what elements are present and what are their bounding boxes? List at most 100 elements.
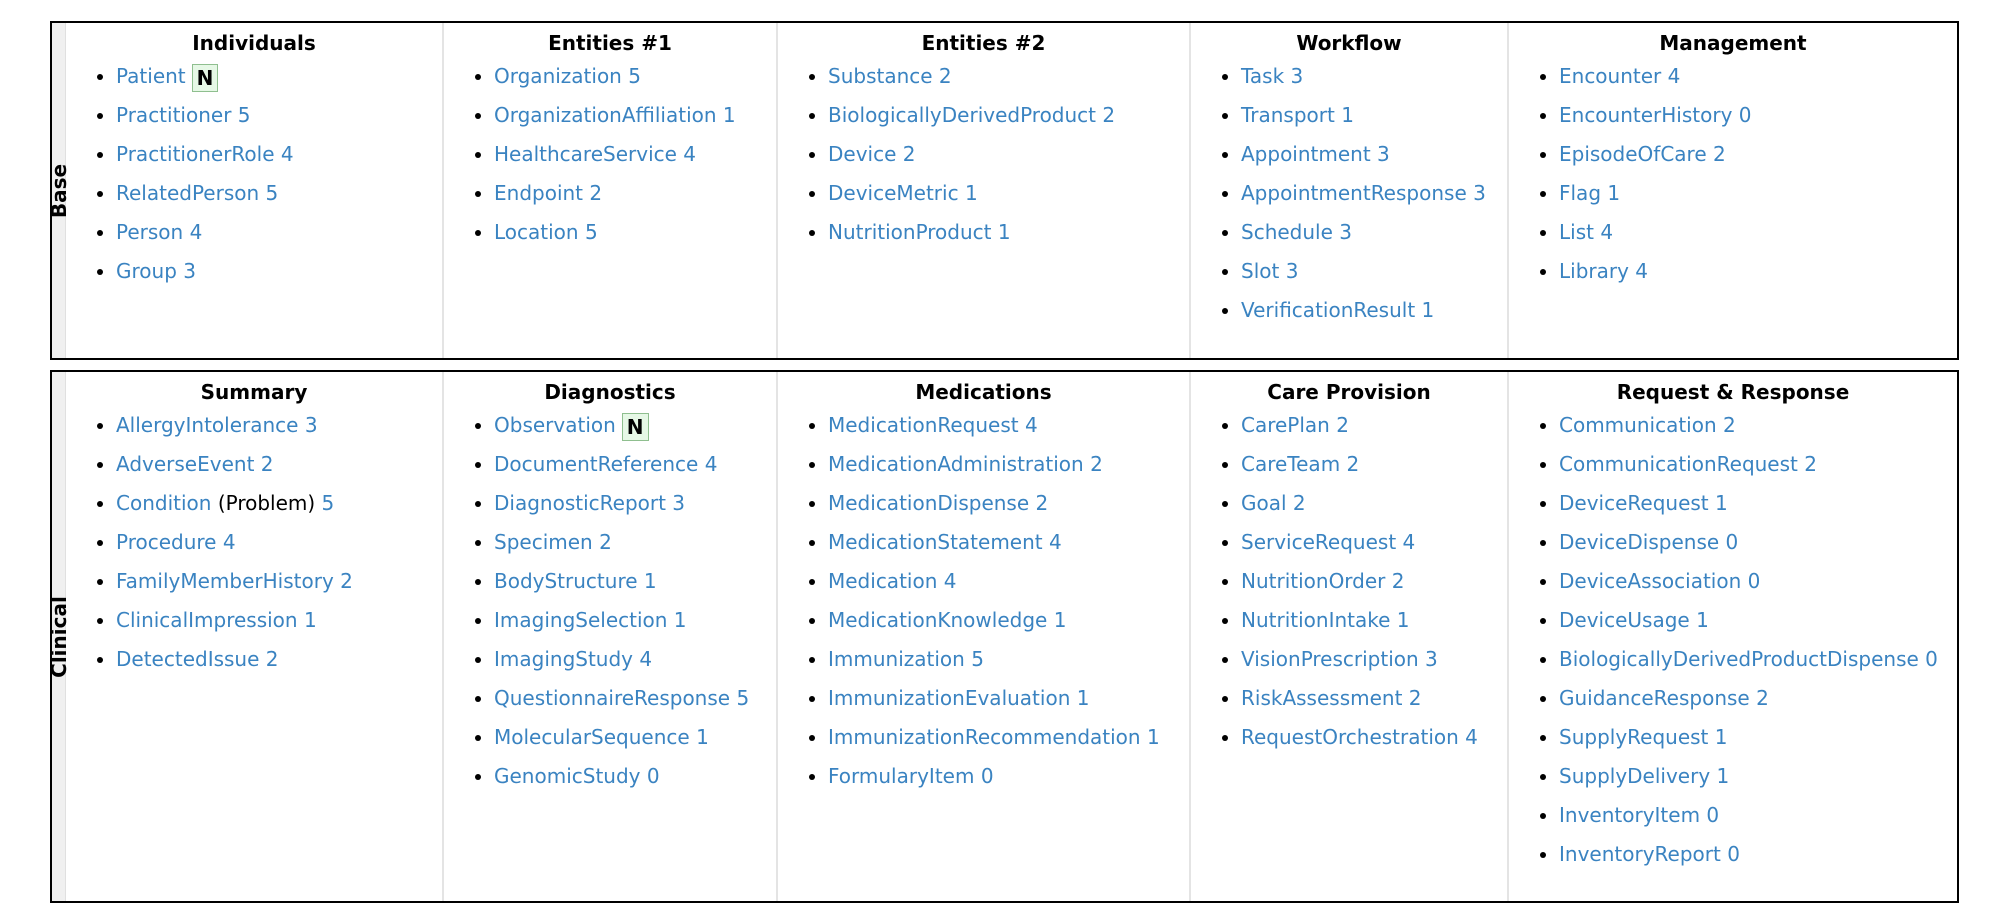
maturity-level[interactable]: 3 (672, 491, 685, 515)
maturity-level[interactable]: 0 (1925, 647, 1938, 671)
resource-link[interactable]: Medication (828, 569, 937, 593)
maturity-level[interactable]: 1 (998, 220, 1011, 244)
maturity-level[interactable]: 2 (1102, 103, 1115, 127)
resource-link[interactable]: Communication (1559, 413, 1717, 437)
resource-link[interactable]: Endpoint (494, 181, 583, 205)
maturity-level[interactable]: 2 (1392, 569, 1405, 593)
maturity-level[interactable]: 4 (683, 142, 696, 166)
maturity-level[interactable]: 0 (1727, 842, 1740, 866)
resource-link[interactable]: GuidanceResponse (1559, 686, 1750, 710)
maturity-level[interactable]: 1 (1607, 181, 1620, 205)
resource-link[interactable]: Goal (1241, 491, 1287, 515)
maturity-level[interactable]: 1 (1054, 608, 1067, 632)
maturity-level[interactable]: 3 (1377, 142, 1390, 166)
resource-link[interactable]: Patient (116, 64, 186, 88)
resource-link[interactable]: Appointment (1241, 142, 1371, 166)
maturity-level[interactable]: 1 (1422, 298, 1435, 322)
resource-link[interactable]: SupplyDelivery (1559, 764, 1710, 788)
resource-link[interactable]: QuestionnaireResponse (494, 686, 730, 710)
resource-link[interactable]: DeviceUsage (1559, 608, 1690, 632)
resource-link[interactable]: MedicationDispense (828, 491, 1029, 515)
resource-link[interactable]: DeviceDispense (1559, 530, 1719, 554)
maturity-level[interactable]: 2 (266, 647, 279, 671)
maturity-level[interactable]: 5 (736, 686, 749, 710)
resource-link[interactable]: List (1559, 220, 1594, 244)
resource-link[interactable]: ImagingSelection (494, 608, 667, 632)
resource-link[interactable]: OrganizationAffiliation (494, 103, 717, 127)
resource-link[interactable]: RiskAssessment (1241, 686, 1402, 710)
resource-link[interactable]: Library (1559, 259, 1629, 283)
maturity-level[interactable]: 1 (1077, 686, 1090, 710)
resource-link[interactable]: EpisodeOfCare (1559, 142, 1707, 166)
resource-link[interactable]: BodyStructure (494, 569, 638, 593)
resource-link[interactable]: SupplyRequest (1559, 725, 1708, 749)
resource-link[interactable]: Condition (116, 491, 211, 515)
resource-link[interactable]: Task (1241, 64, 1284, 88)
resource-link[interactable]: MolecularSequence (494, 725, 690, 749)
resource-link[interactable]: CarePlan (1241, 413, 1330, 437)
resource-link[interactable]: MedicationAdministration (828, 452, 1084, 476)
maturity-level[interactable]: 4 (190, 220, 203, 244)
maturity-level[interactable]: 4 (1668, 64, 1681, 88)
maturity-level[interactable]: 2 (1804, 452, 1817, 476)
resource-link[interactable]: Person (116, 220, 183, 244)
maturity-level[interactable]: 3 (305, 413, 318, 437)
resource-link[interactable]: Encounter (1559, 64, 1661, 88)
resource-link[interactable]: Schedule (1241, 220, 1333, 244)
resource-link[interactable]: FormularyItem (828, 764, 974, 788)
resource-link[interactable]: DiagnosticReport (494, 491, 666, 515)
maturity-level[interactable]: 5 (266, 181, 279, 205)
resource-link[interactable]: NutritionProduct (828, 220, 992, 244)
resource-link[interactable]: NutritionIntake (1241, 608, 1390, 632)
resource-link[interactable]: AllergyIntolerance (116, 413, 298, 437)
resource-link[interactable]: DeviceMetric (828, 181, 959, 205)
maturity-level[interactable]: 2 (340, 569, 353, 593)
resource-link[interactable]: EncounterHistory (1559, 103, 1732, 127)
maturity-level[interactable]: 2 (1347, 452, 1360, 476)
resource-link[interactable]: InventoryItem (1559, 803, 1700, 827)
resource-link[interactable]: BiologicallyDerivedProduct (828, 103, 1096, 127)
maturity-level[interactable]: 2 (939, 64, 952, 88)
resource-link[interactable]: Specimen (494, 530, 593, 554)
resource-link[interactable]: ClinicalImpression (116, 608, 298, 632)
resource-link[interactable]: ImmunizationEvaluation (828, 686, 1070, 710)
maturity-level[interactable]: 5 (971, 647, 984, 671)
maturity-level[interactable]: 3 (1425, 647, 1438, 671)
resource-link[interactable]: RelatedPerson (116, 181, 259, 205)
maturity-level[interactable]: 0 (1706, 803, 1719, 827)
resource-link[interactable]: ImagingStudy (494, 647, 633, 671)
resource-link[interactable]: MedicationStatement (828, 530, 1043, 554)
maturity-level[interactable]: 1 (696, 725, 709, 749)
maturity-level[interactable]: 1 (1717, 764, 1730, 788)
resource-link[interactable]: NutritionOrder (1241, 569, 1385, 593)
maturity-level[interactable]: 4 (1635, 259, 1648, 283)
resource-link[interactable]: Group (116, 259, 177, 283)
resource-link[interactable]: CareTeam (1241, 452, 1340, 476)
maturity-level[interactable]: 4 (1465, 725, 1478, 749)
maturity-level[interactable]: 2 (1756, 686, 1769, 710)
maturity-level[interactable]: 2 (261, 452, 274, 476)
maturity-level[interactable]: 4 (1025, 413, 1038, 437)
resource-link[interactable]: HealthcareService (494, 142, 677, 166)
maturity-level[interactable]: 1 (1715, 725, 1728, 749)
resource-link[interactable]: VerificationResult (1241, 298, 1415, 322)
resource-link[interactable]: CommunicationRequest (1559, 452, 1798, 476)
maturity-level[interactable]: 2 (1409, 686, 1422, 710)
maturity-level[interactable]: 4 (1600, 220, 1613, 244)
resource-link[interactable]: Slot (1241, 259, 1279, 283)
maturity-level[interactable]: 0 (647, 764, 660, 788)
maturity-level[interactable]: 4 (705, 452, 718, 476)
resource-link[interactable]: VisionPrescription (1241, 647, 1419, 671)
resource-link[interactable]: DetectedIssue (116, 647, 259, 671)
resource-link[interactable]: DocumentReference (494, 452, 698, 476)
maturity-level[interactable]: 0 (1748, 569, 1761, 593)
resource-link[interactable]: MedicationKnowledge (828, 608, 1047, 632)
maturity-level[interactable]: 4 (944, 569, 957, 593)
resource-link[interactable]: BiologicallyDerivedProductDispense (1559, 647, 1919, 671)
maturity-level[interactable]: 2 (1293, 491, 1306, 515)
resource-link[interactable]: Immunization (828, 647, 965, 671)
resource-link[interactable]: RequestOrchestration (1241, 725, 1459, 749)
resource-link[interactable]: InventoryReport (1559, 842, 1721, 866)
maturity-level[interactable]: 1 (1696, 608, 1709, 632)
maturity-level[interactable]: 5 (585, 220, 598, 244)
